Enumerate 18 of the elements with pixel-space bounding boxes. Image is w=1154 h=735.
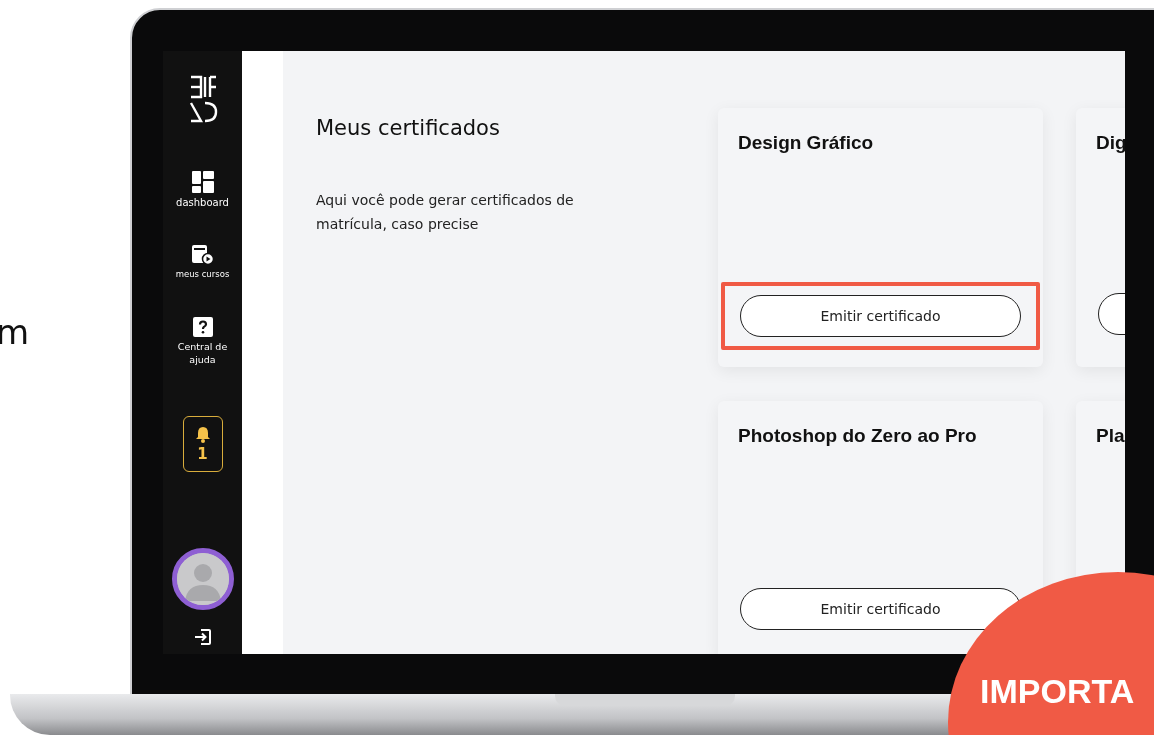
page-title: Meus certificados	[316, 116, 501, 140]
sidebar-item[interactable]: Central de ajuda	[167, 317, 238, 366]
sidebar-item[interactable]: dashboard	[167, 171, 238, 209]
help-icon	[192, 317, 213, 337]
logo-icon[interactable]	[187, 75, 218, 123]
video-document-icon	[191, 245, 214, 265]
bell-icon	[194, 425, 211, 443]
card-title: Pla	[1096, 425, 1125, 447]
card-title: Design Gráfico	[738, 132, 875, 154]
card-title: Dig	[1096, 132, 1125, 154]
page-description: Aqui você pode gerar certificados de matrícula, caso precise	[316, 191, 575, 234]
logout-icon[interactable]	[193, 628, 212, 646]
sidebar-item[interactable]: meus cursos	[167, 245, 238, 281]
card-title: Photoshop do Zero ao Pro	[738, 425, 978, 447]
issue-certificate-button[interactable]: Emitir certificado	[740, 295, 1021, 337]
dashboard-icon	[191, 171, 214, 193]
notification-button[interactable]: 1	[182, 416, 223, 472]
notification-count: 1	[197, 444, 208, 463]
